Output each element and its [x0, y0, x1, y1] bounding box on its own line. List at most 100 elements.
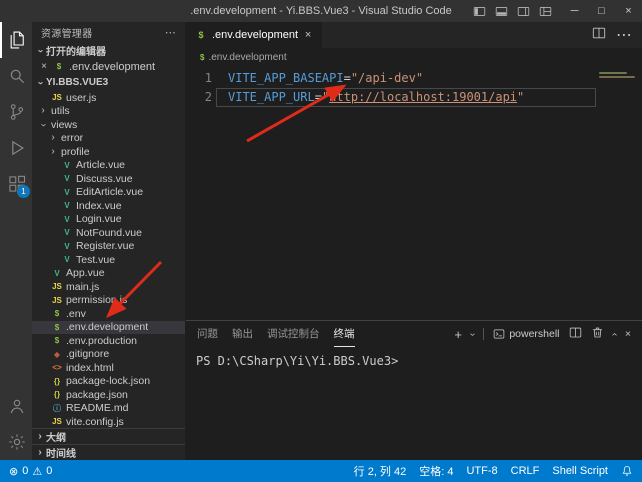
html-file-icon: <>: [51, 363, 63, 372]
tree-item-permission.js[interactable]: JSpermission.js: [32, 294, 185, 308]
new-terminal-icon[interactable]: +: [454, 328, 462, 341]
run-debug-icon[interactable]: [0, 130, 32, 166]
open-editor-item[interactable]: × $ .env.development: [32, 59, 185, 74]
panel-tab-调试控制台[interactable]: 调试控制台: [267, 322, 320, 347]
tree-item-package-lock.json[interactable]: {}package-lock.json: [32, 375, 185, 389]
minimize-icon[interactable]: ─: [561, 0, 588, 22]
tree-item-.env[interactable]: $.env: [32, 307, 185, 321]
file-name: NotFound.vue: [76, 227, 142, 239]
trash-icon[interactable]: [591, 326, 604, 342]
extensions-badge: 1: [17, 185, 30, 198]
tree-item-.env.development[interactable]: $.env.development: [32, 321, 185, 335]
workbench: 1 资源管理器 ⋯ › 打开的编辑器 ×: [0, 22, 642, 460]
panel-tab-输出[interactable]: 输出: [232, 322, 253, 347]
code-editor[interactable]: 12 VITE_APP_BASEAPI="/api-dev"VITE_APP_U…: [186, 66, 642, 320]
file-name: views: [51, 119, 77, 131]
toggle-panel-icon[interactable]: [492, 1, 511, 21]
code-line-1[interactable]: VITE_APP_BASEAPI="/api-dev": [216, 69, 596, 88]
tree-item-Register.vue[interactable]: VRegister.vue: [32, 240, 185, 254]
account-icon[interactable]: [0, 388, 32, 424]
file-name: package-lock.json: [66, 375, 150, 387]
tree-item-error[interactable]: ›error: [32, 132, 185, 146]
tree-item-Index.vue[interactable]: VIndex.vue: [32, 199, 185, 213]
problems-status[interactable]: ⊗ 0 ⚠ 0: [9, 465, 52, 478]
tree-item-NotFound.vue[interactable]: VNotFound.vue: [32, 226, 185, 240]
notifications-bell-icon[interactable]: [621, 465, 633, 477]
file-name: profile: [61, 146, 90, 158]
project-header[interactable]: › YI.BBS.VUE3: [32, 74, 185, 91]
search-icon[interactable]: [0, 58, 32, 94]
status-item[interactable]: Shell Script: [552, 465, 608, 477]
panel-tab-终端[interactable]: 终端: [334, 322, 355, 347]
code-token: "/api-dev": [351, 71, 423, 85]
status-item[interactable]: UTF-8: [466, 465, 497, 477]
terminal-profile[interactable]: powershell: [493, 328, 559, 340]
vscode-window: .env.development - Yi.BBS.Vue3 - Visual …: [0, 0, 642, 482]
maximize-panel-icon[interactable]: ›: [609, 332, 620, 335]
split-editor-icon[interactable]: [592, 26, 606, 45]
maximize-icon[interactable]: □: [588, 0, 615, 22]
tree-item-package.json[interactable]: {}package.json: [32, 388, 185, 402]
toggle-secondary-sidebar-icon[interactable]: [514, 1, 533, 21]
more-actions-icon[interactable]: ⋯: [165, 26, 176, 39]
file-name: Discuss.vue: [76, 173, 133, 185]
tree-item-Test.vue[interactable]: VTest.vue: [32, 253, 185, 267]
vue-file-icon: V: [61, 228, 73, 237]
shell-file-icon: $: [195, 30, 207, 40]
settings-gear-icon[interactable]: [0, 424, 32, 460]
customize-layout-icon[interactable]: [536, 1, 555, 21]
terminal-content[interactable]: PS D:\CSharp\Yi\Yi.BBS.Vue3>: [186, 347, 642, 460]
tree-item-index.html[interactable]: <>index.html: [32, 361, 185, 375]
chevron-right-icon: ›: [48, 133, 58, 143]
breadcrumb[interactable]: $ .env.development: [186, 48, 642, 66]
explorer-icon[interactable]: [0, 22, 32, 58]
timeline-section[interactable]: › 时间线: [32, 445, 185, 460]
shell-file-icon: $: [51, 309, 63, 318]
status-item[interactable]: 空格: 4: [419, 463, 453, 479]
tab-env-development[interactable]: $ .env.development ×: [186, 22, 322, 48]
outline-section[interactable]: › 大纲: [32, 429, 185, 445]
toggle-sidebar-icon[interactable]: [470, 1, 489, 21]
minimap-line: [599, 72, 627, 74]
split-terminal-icon[interactable]: [569, 326, 582, 342]
tree-item-Discuss.vue[interactable]: VDiscuss.vue: [32, 172, 185, 186]
file-name: README.md: [66, 402, 128, 414]
tree-item-App.vue[interactable]: VApp.vue: [32, 267, 185, 281]
close-tab-icon[interactable]: ×: [303, 29, 313, 41]
readme-info-icon: ⓘ: [51, 403, 63, 414]
tree-item-README.md[interactable]: ⓘREADME.md: [32, 402, 185, 416]
project-name: YI.BBS.VUE3: [46, 77, 108, 88]
file-name: Register.vue: [76, 240, 134, 252]
panel-tab-问题[interactable]: 问题: [197, 322, 218, 347]
code-line-2[interactable]: VITE_APP_URL="http://localhost:19001/api…: [216, 88, 596, 107]
tree-item-Article.vue[interactable]: VArticle.vue: [32, 159, 185, 173]
minimap[interactable]: [596, 69, 642, 320]
status-item[interactable]: CRLF: [511, 465, 540, 477]
tree-item-Login.vue[interactable]: VLogin.vue: [32, 213, 185, 227]
source-control-icon[interactable]: [0, 94, 32, 130]
close-icon[interactable]: ×: [615, 0, 642, 22]
tree-item-utils[interactable]: ›utils: [32, 105, 185, 119]
file-name: .env.development: [66, 321, 148, 333]
extensions-icon[interactable]: 1: [0, 166, 32, 202]
tree-item-.gitignore[interactable]: ◆.gitignore: [32, 348, 185, 362]
close-panel-icon[interactable]: ×: [625, 328, 631, 340]
status-item[interactable]: 行 2, 列 42: [354, 463, 407, 479]
tree-item-EditArticle.vue[interactable]: VEditArticle.vue: [32, 186, 185, 200]
terminal-dropdown-icon[interactable]: ›: [467, 332, 478, 335]
tree-item-main.js[interactable]: JSmain.js: [32, 280, 185, 294]
more-actions-icon[interactable]: ⋯: [616, 25, 632, 45]
js-file-icon: JS: [51, 296, 63, 305]
tree-item-views[interactable]: ›views: [32, 118, 185, 132]
open-editor-name: .env.development: [69, 61, 155, 73]
panel-actions: + › powershell ›: [454, 326, 631, 342]
tree-item-vite.config.js[interactable]: JSvite.config.js: [32, 415, 185, 428]
close-editor-icon[interactable]: ×: [39, 61, 49, 72]
open-editors-header[interactable]: › 打开的编辑器: [32, 42, 185, 59]
shell-file-icon: $: [51, 336, 63, 345]
explorer-sidebar: 资源管理器 ⋯ › 打开的编辑器 × $ .env.development › …: [32, 22, 186, 460]
tree-item-profile[interactable]: ›profile: [32, 145, 185, 159]
chevron-down-icon: ›: [38, 120, 48, 130]
tree-item-.env.production[interactable]: $.env.production: [32, 334, 185, 348]
tree-item-user.js[interactable]: JSuser.js: [32, 91, 185, 105]
